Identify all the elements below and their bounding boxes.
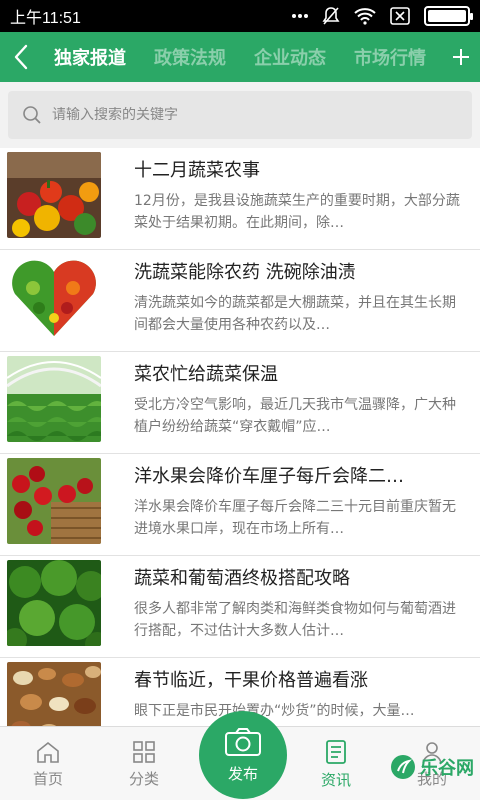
more-dots-icon xyxy=(292,13,308,19)
back-arrow-icon xyxy=(14,44,28,70)
nav-home-label: 首页 xyxy=(32,769,63,788)
status-icons xyxy=(292,6,473,26)
status-bar: 上午11:51 xyxy=(0,0,480,32)
news-item[interactable]: 洗蔬菜能除农药 洗碗除油渍 清洗蔬菜如今的蔬菜都是大棚蔬菜，并且在其生长期间都会… xyxy=(0,250,480,352)
nav-news[interactable]: 资讯 xyxy=(288,727,384,800)
tab-company-news[interactable]: 企业动态 xyxy=(244,44,344,70)
news-title: 蔬菜和葡萄酒终极搭配攻略 xyxy=(134,568,350,589)
news-thumbnail xyxy=(7,560,101,646)
camera-icon xyxy=(225,727,261,756)
news-thumbnail xyxy=(7,458,101,544)
no-sim-icon xyxy=(390,7,410,25)
grid-icon xyxy=(133,740,155,763)
news-thumbnail xyxy=(7,662,101,726)
news-summary: 12月份，是我县设施蔬菜生产的重要时期，大部分蔬菜处于结果初期。在此期间，除… xyxy=(134,193,460,231)
news-item[interactable]: 洋水果会降价车厘子每斤会降二… 洋水果会降价车厘子每斤会降二三十元目前重庆暂无进… xyxy=(0,454,480,556)
back-button[interactable] xyxy=(0,32,42,82)
nav-category[interactable]: 分类 xyxy=(96,727,192,800)
news-summary: 眼下正是市民开始置办“炒货”的时候，大量… xyxy=(134,703,415,719)
news-thumbnail xyxy=(7,254,101,340)
publish-button[interactable]: 发布 xyxy=(199,711,287,799)
news-thumbnail xyxy=(7,356,101,442)
search-box[interactable] xyxy=(8,91,472,139)
nav-category-label: 分类 xyxy=(128,769,159,788)
home-icon xyxy=(37,741,59,763)
battery-icon xyxy=(424,6,473,26)
news-title: 洗蔬菜能除农药 洗碗除油渍 xyxy=(134,262,356,283)
tab-market[interactable]: 市场行情 xyxy=(344,44,442,70)
status-time: 上午11:51 xyxy=(10,10,81,27)
tab-policy[interactable]: 政策法规 xyxy=(144,44,244,70)
mute-icon xyxy=(322,6,340,26)
news-summary: 清洗蔬菜如今的蔬菜都是大棚蔬菜，并且在其生长期间都会大量使用各种农药以及… xyxy=(134,295,456,333)
search-area xyxy=(0,82,480,148)
wifi-icon xyxy=(354,7,376,25)
watermark: 乐谷网 xyxy=(390,754,474,780)
watermark-text: 乐谷网 xyxy=(420,758,474,779)
add-tab-button[interactable] xyxy=(442,32,480,82)
nav-home[interactable]: 首页 xyxy=(0,727,96,800)
news-title: 菜农忙给蔬菜保温 xyxy=(134,364,278,385)
plus-icon xyxy=(453,49,469,65)
tab-exclusive[interactable]: 独家报道 xyxy=(42,44,144,70)
news-title: 春节临近，干果价格普遍看涨 xyxy=(134,670,368,691)
news-item[interactable]: 菜农忙给蔬菜保温 受北方冷空气影响，最近几天我市气温骤降，广大种植户纷纷给蔬菜“… xyxy=(0,352,480,454)
search-icon xyxy=(20,103,44,127)
news-summary: 很多人都非常了解肉类和海鲜类食物如何与葡萄酒进行搭配，不过估计大多数人估计… xyxy=(134,601,456,639)
search-input[interactable] xyxy=(52,107,472,123)
publish-label: 发布 xyxy=(227,764,258,783)
top-bar: 独家报道 政策法规 企业动态 市场行情 xyxy=(0,32,480,82)
news-title: 洋水果会降价车厘子每斤会降二… xyxy=(134,466,404,487)
category-tabs: 独家报道 政策法规 企业动态 市场行情 xyxy=(42,32,442,82)
news-doc-icon xyxy=(326,739,346,764)
news-summary: 受北方冷空气影响，最近几天我市气温骤降，广大种植户纷纷给蔬菜“穿衣戴帽”应… xyxy=(134,397,456,435)
news-item[interactable]: 蔬菜和葡萄酒终极搭配攻略 很多人都非常了解肉类和海鲜类食物如何与葡萄酒进行搭配，… xyxy=(0,556,480,658)
news-item[interactable]: 十二月蔬菜农事 12月份，是我县设施蔬菜生产的重要时期，大部分蔬菜处于结果初期。… xyxy=(0,148,480,250)
news-thumbnail xyxy=(7,152,101,238)
news-title: 十二月蔬菜农事 xyxy=(134,160,260,181)
nav-news-label: 资讯 xyxy=(320,770,351,789)
watermark-logo-icon xyxy=(391,755,415,779)
news-summary: 洋水果会降价车厘子每斤会降二三十元目前重庆暂无进境水果口岸，现在市场上所有… xyxy=(134,499,456,537)
news-list: 十二月蔬菜农事 12月份，是我县设施蔬菜生产的重要时期，大部分蔬菜处于结果初期。… xyxy=(0,148,480,726)
